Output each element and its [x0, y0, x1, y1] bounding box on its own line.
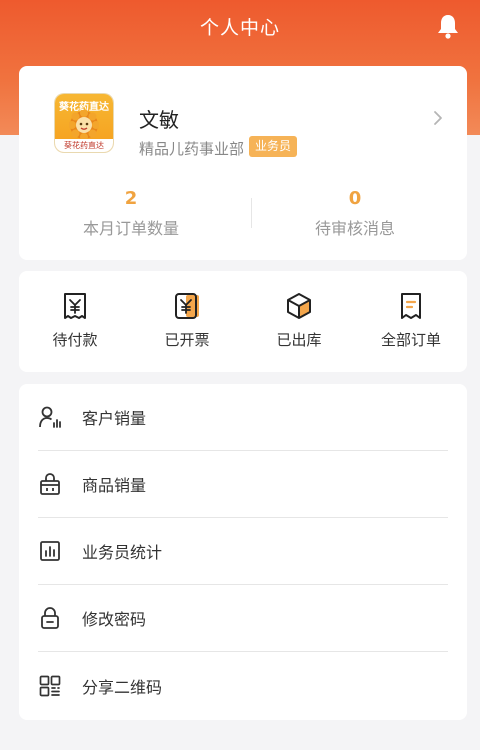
menu-label: 修改密码 [82, 610, 147, 629]
order-label: 已出库 [276, 331, 322, 349]
menu-label: 商品销量 [82, 476, 147, 495]
role-badge: 业务员 [249, 136, 298, 157]
stat-monthly-orders[interactable]: 2 本月订单数量 [19, 188, 243, 239]
basket-icon [40, 473, 60, 495]
qr-code-icon [39, 675, 61, 696]
chevron-right-icon[interactable] [433, 110, 443, 126]
stat-value: 0 [348, 188, 362, 209]
menu-item-product-sales[interactable]: 商品销量 [38, 451, 448, 518]
menu-card: 客户销量 商品销量 业务员统计 修改密码 分享二维码 [19, 384, 467, 720]
menu-label: 业务员统计 [82, 543, 163, 562]
stat-value: 2 [124, 188, 138, 209]
menu-label: 分享二维码 [82, 677, 163, 697]
bar-chart-icon [40, 541, 60, 561]
menu-item-change-password[interactable]: 修改密码 [38, 585, 448, 652]
invoice-icon [175, 293, 199, 319]
order-pending-payment[interactable]: 待付款 [19, 271, 131, 372]
user-name: 文敏 [139, 108, 179, 132]
stat-label: 待审核消息 [314, 219, 395, 238]
page-title: 个人中心 [199, 16, 280, 39]
lock-icon [41, 607, 59, 629]
order-invoiced[interactable]: 已开票 [131, 271, 243, 372]
stat-pending-review[interactable]: 0 待审核消息 [243, 188, 467, 239]
stats-row: 2 本月订单数量 0 待审核消息 [19, 188, 467, 244]
bell-icon[interactable] [436, 13, 460, 39]
menu-label: 客户销量 [82, 409, 147, 428]
box-icon [287, 293, 311, 319]
stat-label: 本月订单数量 [82, 219, 179, 238]
customer-sales-icon [39, 406, 61, 428]
order-label: 待付款 [52, 331, 98, 349]
sunflower-logo-icon [69, 110, 99, 140]
order-label: 全部订单 [380, 331, 441, 349]
order-list-icon [401, 293, 421, 319]
order-shipped[interactable]: 已出库 [243, 271, 355, 372]
top-bar: 个人中心 [0, 0, 480, 52]
orders-card: 待付款 已开票 已出库 全部订单 [19, 271, 467, 372]
order-label: 已开票 [164, 331, 210, 349]
yuan-receipt-icon [64, 293, 86, 319]
menu-item-staff-statistics[interactable]: 业务员统计 [38, 518, 448, 585]
user-department: 精品儿药事业部 [139, 140, 245, 158]
order-all[interactable]: 全部订单 [355, 271, 467, 372]
menu-item-share-qr-code[interactable]: 分享二维码 [38, 652, 448, 719]
avatar: 葵花药直达 葵花药直达 [55, 94, 113, 152]
profile-card[interactable]: 葵花药直达 葵花药直达 文敏 精品儿药事业部 业务员 2 本月订单数量 0 待审… [19, 66, 467, 260]
avatar-brand-caption: 葵花药直达 [55, 139, 113, 152]
menu-item-customer-sales[interactable]: 客户销量 [38, 384, 448, 451]
